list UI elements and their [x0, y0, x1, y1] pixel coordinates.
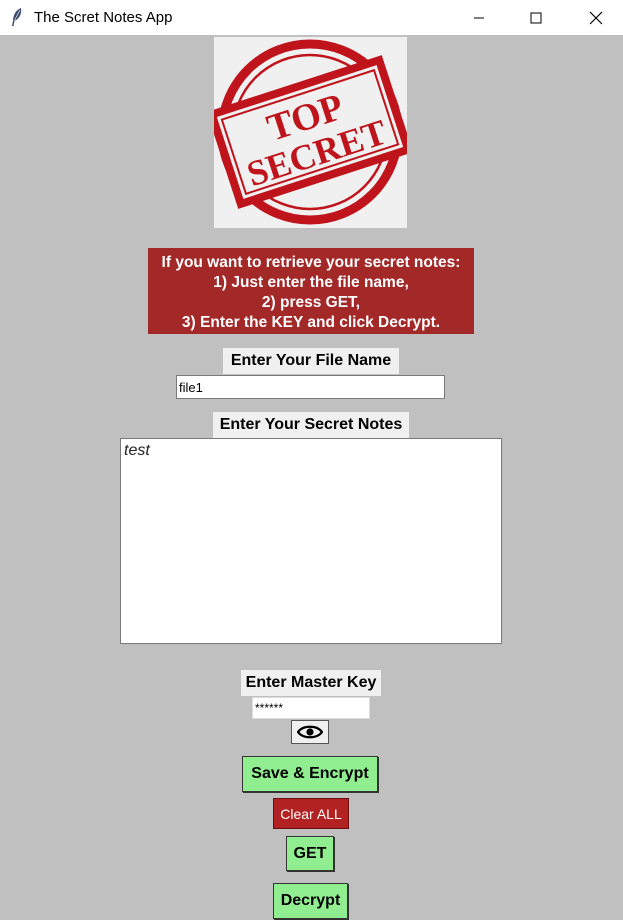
instructions-panel: If you want to retrieve your secret note… [148, 248, 474, 334]
eye-icon [297, 725, 323, 739]
minimize-button[interactable] [456, 0, 502, 35]
save-encrypt-button[interactable]: Save & Encrypt [242, 756, 378, 792]
minimize-icon [474, 17, 484, 18]
close-button[interactable] [573, 0, 619, 35]
top-secret-logo: TOP SECRET [206, 37, 414, 228]
file-name-label: Enter Your File Name [223, 348, 399, 374]
instruction-line: 2) press GET, [261, 294, 361, 311]
instruction-line: 3) Enter the KEY and click Decrypt. [181, 314, 441, 331]
decrypt-button[interactable]: Decrypt [273, 883, 348, 919]
maximize-button[interactable] [513, 0, 559, 35]
show-key-button[interactable] [291, 720, 329, 744]
file-name-input[interactable] [176, 375, 445, 399]
feather-icon [12, 8, 22, 26]
title-bar[interactable]: The Scret Notes App [0, 0, 623, 35]
get-button[interactable]: GET [286, 836, 334, 871]
window-title: The Scret Notes App [34, 9, 173, 26]
clear-all-button[interactable]: Clear ALL [273, 798, 349, 829]
maximize-icon [530, 12, 542, 23]
secret-notes-label: Enter Your Secret Notes [213, 412, 409, 438]
secret-notes-textarea[interactable]: test [120, 438, 502, 644]
instruction-line: If you want to retrieve your secret note… [161, 254, 461, 271]
close-icon [589, 11, 603, 24]
top-secret-stamp-icon: TOP SECRET [206, 39, 414, 225]
master-key-input[interactable] [252, 697, 370, 719]
master-key-label: Enter Master Key [241, 670, 381, 696]
instruction-line: 1) Just enter the file name, [213, 274, 409, 291]
